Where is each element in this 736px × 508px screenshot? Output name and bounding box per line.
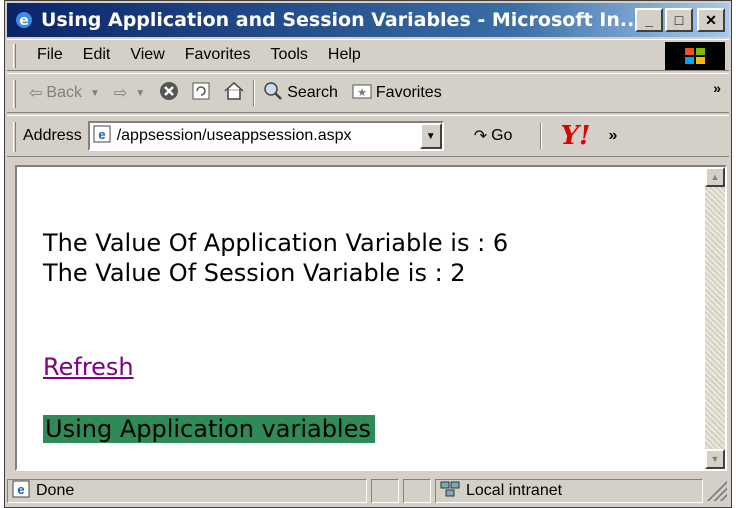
application-variable-text: The Value Of Application Variable is : 6 xyxy=(43,229,509,257)
svg-text:e: e xyxy=(17,482,24,497)
favorites-icon: ★ xyxy=(352,82,372,105)
status-panel-1 xyxy=(371,479,399,503)
forward-arrow-icon: ⇨ xyxy=(113,85,128,102)
stop-icon xyxy=(159,81,179,106)
home-icon xyxy=(223,81,245,106)
stop-button[interactable] xyxy=(159,81,179,106)
yahoo-logo-icon[interactable]: Y! xyxy=(560,121,590,151)
zone-text: Local intranet xyxy=(466,482,563,499)
svg-text:e: e xyxy=(98,127,105,142)
maximize-button[interactable]: □ xyxy=(665,8,693,32)
refresh-icon xyxy=(191,81,211,106)
refresh-button[interactable] xyxy=(191,81,211,106)
minimize-button[interactable]: _ xyxy=(635,8,663,32)
security-zone: Local intranet xyxy=(435,479,703,503)
title-bar[interactable]: e Using Application and Session Variable… xyxy=(7,3,729,37)
toolbar-separator xyxy=(253,80,256,106)
forward-dropdown-icon: ▼ xyxy=(135,87,146,99)
status-text: Done xyxy=(36,482,75,499)
vertical-scrollbar[interactable]: ▲ ▼ xyxy=(705,167,725,469)
go-label: Go xyxy=(491,127,513,144)
search-button[interactable]: Search xyxy=(263,81,338,106)
session-variable-text: The Value Of Session Variable is : 2 xyxy=(43,259,466,287)
home-button[interactable] xyxy=(223,81,245,106)
resize-grip-icon[interactable] xyxy=(707,481,727,501)
address-label: Address xyxy=(23,127,82,144)
address-separator xyxy=(540,123,543,149)
standard-toolbar: ⇦ Back ▼ ⇨ ▼ Search ★ Favorites » xyxy=(7,73,729,113)
page-viewport: The Value Of Application Variable is : 6… xyxy=(15,165,727,471)
address-bar: Address e /appsession/useappsession.aspx… xyxy=(7,115,729,157)
menu-bar: File Edit View Favorites Tools Help xyxy=(7,39,729,71)
favorites-label: Favorites xyxy=(375,84,442,101)
close-button[interactable]: ✕ xyxy=(697,8,725,32)
menu-tools[interactable]: Tools xyxy=(271,46,308,64)
favorites-button[interactable]: ★ Favorites xyxy=(352,82,442,105)
menu-file[interactable]: File xyxy=(37,46,63,64)
menu-favorites[interactable]: Favorites xyxy=(185,46,251,64)
address-overflow-icon[interactable]: » xyxy=(608,127,617,145)
maximize-icon: □ xyxy=(674,12,684,28)
go-arrow-icon: ↷ xyxy=(473,128,488,145)
menu-help[interactable]: Help xyxy=(328,46,361,64)
forward-button[interactable]: ⇨ ▼ xyxy=(114,83,145,103)
search-icon xyxy=(263,81,283,106)
back-dropdown-icon: ▼ xyxy=(89,87,100,99)
status-main: e Done xyxy=(7,479,367,503)
address-grip[interactable] xyxy=(13,122,16,152)
status-panel-2 xyxy=(403,479,431,503)
menu-grip[interactable] xyxy=(13,44,16,68)
search-label: Search xyxy=(287,84,338,101)
svg-text:e: e xyxy=(19,13,29,29)
back-button[interactable]: ⇦ Back ▼ xyxy=(29,83,100,103)
page-icon: e xyxy=(93,125,111,148)
menu-view[interactable]: View xyxy=(130,46,164,64)
window-title: Using Application and Session Variables … xyxy=(41,9,642,31)
address-dropdown-icon[interactable]: ▼ xyxy=(419,123,442,149)
toolbar-grip[interactable] xyxy=(13,80,16,108)
minimize-icon: _ xyxy=(645,12,653,28)
menu-edit[interactable]: Edit xyxy=(83,46,111,64)
windows-logo-icon xyxy=(665,42,725,70)
close-icon: ✕ xyxy=(705,11,717,28)
page-done-icon: e xyxy=(12,480,30,503)
scroll-down-icon[interactable]: ▼ xyxy=(705,449,725,469)
intranet-icon xyxy=(440,480,460,503)
browser-window: e Using Application and Session Variable… xyxy=(4,0,732,508)
back-label: Back xyxy=(46,84,82,101)
refresh-link[interactable]: Refresh xyxy=(43,353,134,381)
back-arrow-icon: ⇦ xyxy=(29,85,43,102)
address-field[interactable]: e /appsession/useappsession.aspx ▼ xyxy=(87,121,444,151)
svg-text:★: ★ xyxy=(357,87,367,99)
go-button[interactable]: ↷ Go xyxy=(474,126,513,146)
scroll-up-icon[interactable]: ▲ xyxy=(705,167,725,187)
address-value[interactable]: /appsession/useappsession.aspx xyxy=(117,127,420,145)
page-body: The Value Of Application Variable is : 6… xyxy=(17,167,707,469)
application-variables-label: Using Application variables xyxy=(43,415,375,443)
toolbar-overflow-icon[interactable]: » xyxy=(713,80,721,96)
status-bar: e Done Local intranet xyxy=(7,477,729,505)
ie-logo-icon: e xyxy=(13,9,35,31)
